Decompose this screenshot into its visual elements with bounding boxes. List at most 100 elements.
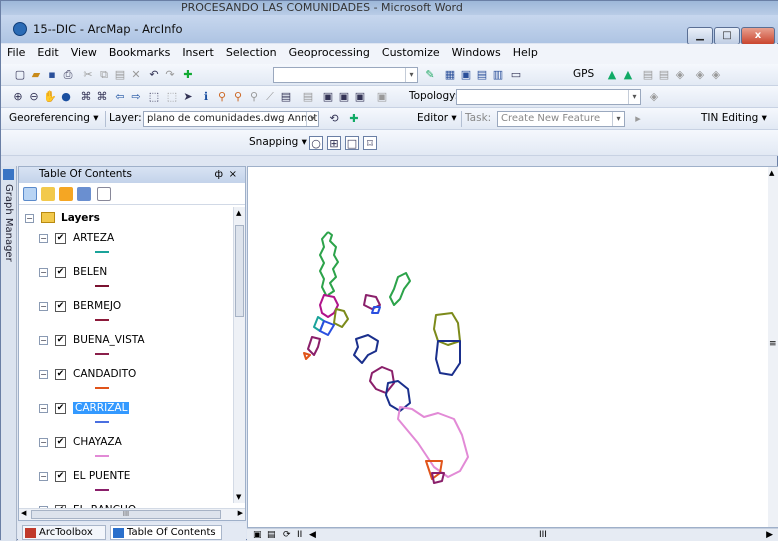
collapse-icon[interactable]: − (39, 268, 48, 277)
viewer-icon[interactable]: ▣ (375, 90, 389, 104)
title-bar[interactable]: 15--DIC - ArcMap - ArcInfo ▁ □ x (1, 15, 778, 45)
arctoolbox-icon[interactable]: ▥ (491, 68, 505, 82)
gps-tool-icon[interactable]: ▤ (641, 68, 655, 82)
layer-symbol[interactable] (95, 251, 109, 253)
menu-help[interactable]: Help (507, 44, 544, 59)
collapse-icon[interactable]: − (39, 438, 48, 447)
layout-view-icon[interactable]: ▣ (253, 530, 262, 540)
add-data-icon[interactable]: ✚ (181, 68, 195, 82)
list-by-source-icon[interactable] (41, 187, 55, 201)
route-icon[interactable]: ▣ (337, 90, 351, 104)
collapse-icon[interactable]: − (39, 404, 48, 413)
gps-options-icon[interactable]: ◈ (709, 68, 723, 82)
gps-connect-icon[interactable]: ▲ (605, 68, 619, 82)
menu-insert[interactable]: Insert (176, 44, 220, 59)
layer-symbol[interactable] (95, 353, 109, 355)
zoom-in-icon[interactable]: ⊕ (11, 90, 25, 104)
layer-symbol[interactable] (95, 455, 109, 457)
layer-name[interactable]: CANDADITO (73, 368, 136, 380)
layer-visibility-checkbox[interactable]: ✔ (55, 403, 66, 414)
scroll-up-icon[interactable]: ▲ (769, 169, 774, 177)
measure-icon[interactable]: ⟋ (263, 90, 277, 104)
layer-visibility-checkbox[interactable]: ✔ (55, 471, 66, 482)
layer-visibility-checkbox[interactable]: ✔ (55, 369, 66, 380)
tin-editing-menu[interactable]: TIN Editing ▾ (701, 112, 767, 124)
gps-log-icon[interactable]: ▤ (657, 68, 671, 82)
options-icon[interactable] (97, 187, 111, 201)
gps-pan-icon[interactable]: ◈ (673, 68, 687, 82)
hyperlink-icon[interactable]: ▤ (279, 90, 293, 104)
map-vertical-scrollbar[interactable]: ▲ ≡ (768, 167, 778, 527)
scroll-down-icon[interactable]: ▼ (236, 493, 241, 501)
pause-drawing-button[interactable]: II (297, 530, 302, 540)
scroll-thumb[interactable] (235, 225, 244, 317)
layer-name[interactable]: BERMEJO (73, 300, 121, 312)
print-icon[interactable]: ⎙ (61, 68, 75, 82)
back-extent-icon[interactable]: ⇦ (113, 90, 127, 104)
vertex-snapping-icon[interactable]: □ (345, 136, 359, 150)
menu-view[interactable]: View (65, 44, 103, 59)
python-window-icon[interactable]: ▭ (509, 68, 523, 82)
layer-name[interactable]: BELEN (73, 266, 107, 278)
paste-icon[interactable]: ▤ (113, 68, 127, 82)
end-snapping-icon[interactable]: ⊞ (327, 136, 341, 150)
catalog-icon[interactable]: ▣ (459, 68, 473, 82)
layer-name[interactable]: BUENA_VISTA (73, 334, 145, 346)
collapse-icon[interactable]: − (39, 472, 48, 481)
layer-symbol[interactable] (95, 421, 109, 423)
list-by-visibility-icon[interactable] (59, 187, 73, 201)
collapse-icon[interactable]: − (39, 370, 48, 379)
redo-icon[interactable]: ↷ (163, 68, 177, 82)
new-document-icon[interactable]: ▢ (13, 68, 27, 82)
point-snapping-icon[interactable]: ○ (309, 136, 323, 150)
georef-layer-combo[interactable]: plano de comunidades.dwg Annotati ▾ (143, 111, 319, 127)
select-elements-icon[interactable]: ➤ (181, 90, 195, 104)
list-by-drawing-order-icon[interactable] (23, 187, 37, 201)
scroll-thumb[interactable]: ≡ (769, 339, 777, 349)
layer-symbol[interactable] (95, 387, 109, 389)
find-icon[interactable]: ⚲ (215, 90, 229, 104)
map-canvas[interactable] (248, 167, 778, 527)
forward-extent-icon[interactable]: ⇨ (129, 90, 143, 104)
html-popup-icon[interactable]: ▤ (301, 90, 315, 104)
scroll-thumb[interactable]: III (31, 510, 221, 519)
identify-icon[interactable]: ℹ (199, 90, 213, 104)
refresh-icon[interactable]: ⟳ (283, 530, 291, 540)
toc-tab[interactable]: Table Of Contents (110, 525, 222, 540)
georeferencing-menu[interactable]: Georeferencing ▾ (9, 112, 99, 124)
layer-visibility-checkbox[interactable]: ✔ (55, 335, 66, 346)
layer-visibility-checkbox[interactable]: ✔ (55, 301, 66, 312)
layer-symbol[interactable] (95, 489, 109, 491)
layer-symbol[interactable] (95, 285, 109, 287)
collapse-icon[interactable]: − (39, 336, 48, 345)
binoculars-icon[interactable]: ▣ (321, 90, 335, 104)
layer-symbol[interactable] (95, 319, 109, 321)
snapping-menu[interactable]: Snapping ▾ (249, 136, 307, 148)
xy-icon[interactable]: ▣ (353, 90, 367, 104)
arctoolbox-tab[interactable]: ArcToolbox (22, 525, 106, 540)
menu-bookmarks[interactable]: Bookmarks (103, 44, 176, 59)
collapse-icon[interactable]: − (39, 302, 48, 311)
menu-edit[interactable]: Edit (31, 44, 64, 59)
editor-toolbar-icon[interactable]: ✎ (423, 68, 437, 82)
minimize-button[interactable]: ▁ (687, 27, 713, 45)
menu-selection[interactable]: Selection (220, 44, 283, 59)
topology-tool-icon[interactable]: ◈ (647, 90, 661, 104)
collapse-icon[interactable]: − (25, 214, 34, 223)
task-combo[interactable]: Create New Feature ▾ (497, 111, 625, 127)
pin-icon[interactable]: ф (214, 167, 223, 182)
map-display[interactable]: ▲ ≡ (247, 166, 778, 528)
layer-name[interactable]: CHAYAZA (73, 436, 122, 448)
cut-icon[interactable]: ✂ (81, 68, 95, 82)
toc-window-icon[interactable]: ▦ (443, 68, 457, 82)
gps-disconnect-icon[interactable]: ▲ (621, 68, 635, 82)
scroll-left-icon[interactable]: ◀ (309, 530, 316, 540)
list-by-selection-icon[interactable] (77, 187, 91, 201)
collapse-icon[interactable]: − (39, 234, 48, 243)
fixed-zoom-in-icon[interactable]: ⌘ (79, 90, 93, 104)
maximize-button[interactable]: □ (714, 27, 740, 45)
menu-file[interactable]: File (1, 44, 31, 59)
layer-visibility-checkbox[interactable]: ✔ (55, 437, 66, 448)
scroll-right-icon[interactable]: ▶ (238, 509, 243, 517)
zoom-out-icon[interactable]: ⊖ (27, 90, 41, 104)
